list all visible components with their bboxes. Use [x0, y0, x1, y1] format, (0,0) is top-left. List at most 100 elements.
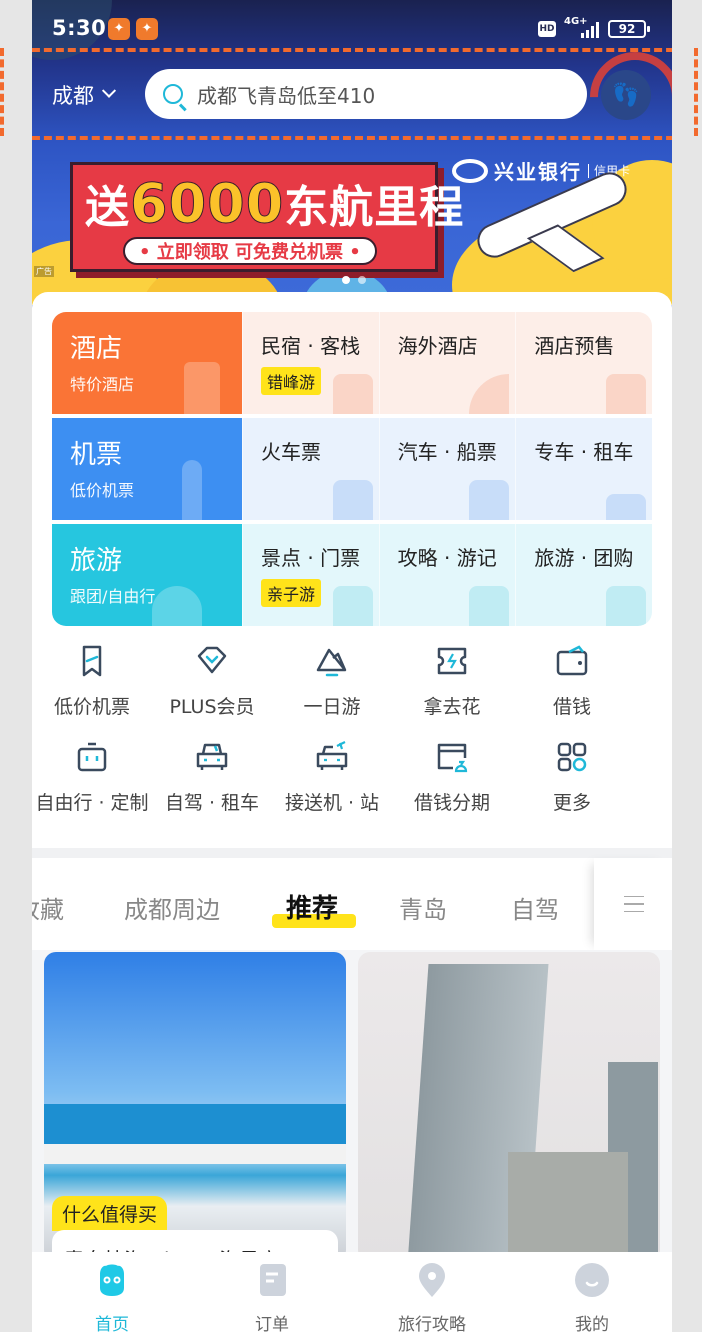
mountain-icon [316, 648, 347, 677]
nav-label: 我的 [575, 1315, 609, 1332]
quick-plus-member[interactable]: PLUS会员 [152, 644, 272, 719]
promo-banner[interactable]: 送6000东航里程 • 立即领取 可免费兑机票 • 兴业银行 信用卡 广告 [32, 140, 672, 305]
search-row: 成都 成都飞青岛低至410 👣 [32, 66, 672, 122]
diamond-icon [197, 646, 227, 674]
service-flight[interactable]: 机票 低价机票 [52, 418, 242, 520]
service-bus-ship[interactable]: 汽车 · 船票 [378, 418, 516, 520]
service-group-buy[interactable]: 旅游 · 团购 [515, 524, 652, 626]
service-row-flight: 机票 低价机票 火车票 汽车 · 船票 专车 · 租车 [52, 418, 652, 520]
quick-custom-travel[interactable]: 自由行 · 定制 [32, 740, 152, 815]
notification-app-icon: ✦ [108, 18, 130, 40]
coupon-icon [437, 647, 467, 675]
tab-menu-button[interactable] [594, 858, 672, 950]
car-icon [196, 743, 228, 770]
nav-home[interactable]: 首页 [32, 1252, 192, 1332]
service-label: 专车 · 租车 [534, 440, 634, 464]
service-travel[interactable]: 旅游 跟团/自由行 [52, 524, 242, 626]
chevron-down-icon [101, 83, 117, 98]
tab-chengdu-nearby[interactable]: 成都周边 [124, 890, 220, 925]
quick-icon-label: 低价机票 [53, 696, 130, 718]
highlight-frame-top [32, 48, 672, 52]
services-card: 酒店 特价酒店 民宿 · 客栈 错峰游 海外酒店 酒店预售 机票 低价机票 火车… [32, 292, 672, 848]
app-screen: 5:30 ✦ ✦ HD 4G+ 92 成都 成都飞青岛低至410 👣 送6000… [32, 0, 672, 1332]
highlight-frame-right [694, 48, 698, 136]
nav-profile[interactable]: 我的 [512, 1252, 672, 1332]
suitcase-icon [77, 742, 107, 772]
airplane-icon [182, 460, 202, 520]
installment-icon [437, 743, 468, 773]
promo-card: 送6000东航里程 • 立即领取 可免费兑机票 • [70, 162, 463, 272]
carousel-indicator [342, 276, 366, 284]
footprint-icon: 👣 [612, 82, 640, 108]
feed-card-tag: 什么值得买 [52, 1196, 168, 1231]
quick-naquhua[interactable]: 拿去花 [392, 644, 512, 719]
building-icon [184, 362, 220, 414]
notification-app-icon: ✦ [136, 18, 158, 40]
car-icon [606, 494, 647, 520]
quick-more[interactable]: 更多 [512, 740, 632, 815]
service-homestay[interactable]: 民宿 · 客栈 错峰游 [242, 312, 379, 414]
service-label: 景点 · 门票 [261, 546, 361, 570]
service-overseas-hotel[interactable]: 海外酒店 [378, 312, 516, 414]
tab-qingdao[interactable]: 青岛 [399, 890, 447, 925]
bottom-nav: 首页 订单 旅行攻略 我的 [32, 1252, 672, 1332]
quick-airport-transfer[interactable]: 接送机 · 站 [272, 740, 392, 815]
quick-self-drive[interactable]: 自驾 · 租车 [152, 740, 272, 815]
carousel-dot[interactable] [342, 276, 350, 284]
search-input[interactable]: 成都飞青岛低至410 [145, 69, 587, 119]
house-icon [332, 374, 373, 414]
highlight-frame-bottom [32, 136, 672, 140]
quick-icon-label: 接送机 · 站 [284, 792, 380, 814]
service-hotel-presale[interactable]: 酒店预售 [515, 312, 652, 414]
search-placeholder: 成都飞青岛低至410 [197, 83, 376, 108]
promo-tag: 错峰游 [261, 367, 322, 395]
signal-icon [577, 20, 601, 38]
footprint-button[interactable]: 👣 [601, 70, 651, 120]
service-label: 汽车 · 船票 [397, 440, 497, 464]
nav-label: 首页 [95, 1315, 129, 1332]
order-icon [260, 1264, 286, 1296]
quick-icon-label: 自由行 · 定制 [35, 792, 149, 814]
service-grid: 酒店 特价酒店 民宿 · 客栈 错峰游 海外酒店 酒店预售 机票 低价机票 火车… [52, 312, 652, 626]
hd-icon: HD [538, 21, 556, 37]
service-title: 旅游 [70, 546, 123, 576]
feed-card[interactable] [358, 952, 660, 1262]
service-travel-guides[interactable]: 攻略 · 游记 [378, 524, 516, 626]
feed-image-detail [508, 1152, 628, 1262]
nav-travel-guides[interactable]: 旅行攻略 [352, 1252, 512, 1332]
train-icon [332, 480, 373, 520]
feed-tabs: 收藏 成都周边 推荐 青岛 自驾 [32, 858, 672, 950]
menu-icon [624, 896, 644, 912]
feed-card[interactable]: 什么值得买 青岛枝海一katex海景房 [44, 952, 346, 1262]
carousel-dot[interactable] [358, 276, 366, 284]
quick-installment[interactable]: 借钱分期 [392, 740, 512, 815]
bus-icon [469, 480, 510, 520]
city-selector[interactable]: 成都 [52, 80, 117, 110]
globe-icon [469, 374, 510, 414]
service-car-rental[interactable]: 专车 · 租车 [515, 418, 652, 520]
hotel-icon [606, 374, 647, 414]
service-hotel[interactable]: 酒店 特价酒店 [52, 312, 242, 414]
flight-ticket-icon [82, 645, 102, 677]
quick-low-price-flight[interactable]: 低价机票 [32, 644, 152, 719]
promo-subtitle: • 立即领取 可免费兑机票 • [123, 237, 377, 265]
more-grid-icon [557, 742, 587, 772]
service-label: 酒店预售 [534, 334, 615, 358]
city-label: 成都 [52, 84, 94, 108]
book-icon [469, 586, 510, 626]
tab-self-drive[interactable]: 自驾 [511, 890, 559, 925]
status-bar: 5:30 ✦ ✦ HD 4G+ 92 [32, 12, 672, 48]
airport-car-icon [316, 741, 348, 770]
quick-day-trip[interactable]: 一日游 [272, 644, 392, 719]
service-attractions[interactable]: 景点 · 门票 亲子游 [242, 524, 379, 626]
quick-icons-row: 自由行 · 定制 自驾 · 租车 接送机 · 站 借钱分期 更多 [32, 740, 672, 815]
tab-recommended[interactable]: 推荐 [286, 888, 338, 925]
quick-icon-label: 自驾 · 租车 [164, 792, 260, 814]
quick-borrow-money[interactable]: 借钱 [512, 644, 632, 719]
nav-orders[interactable]: 订单 [192, 1252, 352, 1332]
tab-favorites[interactable]: 收藏 [32, 890, 64, 925]
quick-icon-label: 拿去花 [423, 696, 481, 718]
service-label: 海外酒店 [397, 334, 478, 358]
service-label: 民宿 · 客栈 [261, 334, 361, 358]
service-train[interactable]: 火车票 [242, 418, 379, 520]
